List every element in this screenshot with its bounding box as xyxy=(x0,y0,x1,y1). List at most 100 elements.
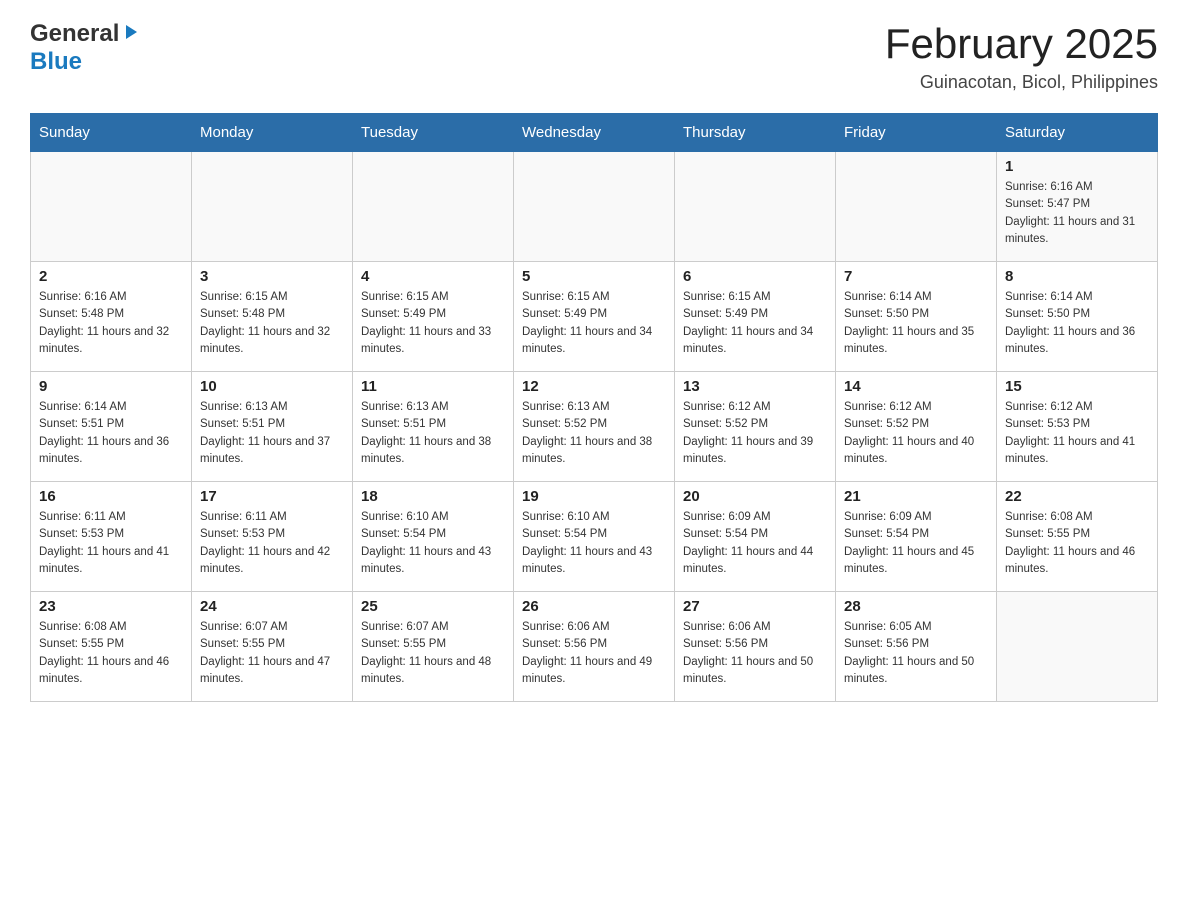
day-number: 28 xyxy=(844,598,988,615)
calendar-cell: 8Sunrise: 6:14 AMSunset: 5:50 PMDaylight… xyxy=(997,262,1158,372)
day-info: Sunrise: 6:15 AMSunset: 5:48 PMDaylight:… xyxy=(200,289,344,358)
day-number: 22 xyxy=(1005,488,1149,505)
calendar-cell: 17Sunrise: 6:11 AMSunset: 5:53 PMDayligh… xyxy=(192,482,353,592)
calendar-week-row: 23Sunrise: 6:08 AMSunset: 5:55 PMDayligh… xyxy=(31,592,1158,702)
day-info: Sunrise: 6:10 AMSunset: 5:54 PMDaylight:… xyxy=(522,509,666,578)
day-info: Sunrise: 6:12 AMSunset: 5:52 PMDaylight:… xyxy=(683,399,827,468)
day-number: 10 xyxy=(200,378,344,395)
day-number: 4 xyxy=(361,268,505,285)
calendar-cell: 20 Sunrise: 6:09 AMSunset: 5:54 PMDayligh… xyxy=(675,482,836,592)
day-number: 3 xyxy=(200,268,344,285)
calendar-cell: 4 Sunrise: 6:15 AMSunset: 5:49 PMDaylight… xyxy=(353,262,514,372)
day-number: 12 xyxy=(522,378,666,395)
day-info: Sunrise: 6:11 AMSunset: 5:53 PMDaylight:… xyxy=(39,509,183,578)
day-of-week-header: Thursday xyxy=(675,114,836,152)
day-info: Sunrise: 6:07 AMSunset: 5:55 PMDaylight:… xyxy=(361,619,505,688)
day-number: 25 xyxy=(361,598,505,615)
day-info: Sunrise: 6:14 AMSunset: 5:50 PMDaylight:… xyxy=(844,289,988,358)
calendar-cell: 24 Sunrise: 6:07 AMSunset: 5:55 PMDayligh… xyxy=(192,592,353,702)
day-number: 18 xyxy=(361,488,505,505)
day-info: Sunrise: 6:06 AMSunset: 5:56 PMDaylight:… xyxy=(522,619,666,688)
day-number: 20 xyxy=(683,488,827,505)
calendar-week-row: 16 Sunrise: 6:11 AMSunset: 5:53 PMDayligh… xyxy=(31,482,1158,592)
day-number: 2 xyxy=(39,268,183,285)
day-info: Sunrise: 6:06 AMSunset: 5:56 PMDaylight:… xyxy=(683,619,827,688)
day-of-week-header: Tuesday xyxy=(353,114,514,152)
day-of-week-header: Wednesday xyxy=(514,114,675,152)
location-title: Guinacotan, Bicol, Philippines xyxy=(885,72,1158,93)
calendar-cell xyxy=(675,152,836,262)
day-info: Sunrise: 6:15 AMSunset: 5:49 PMDaylight:… xyxy=(522,289,666,358)
calendar-cell: 2 Sunrise: 6:16 AMSunset: 5:48 PMDaylight… xyxy=(31,262,192,372)
calendar-cell: 19 Sunrise: 6:10 AMSunset: 5:54 PMDayligh… xyxy=(514,482,675,592)
month-title: February 2025 xyxy=(885,20,1158,68)
calendar-cell: 28 Sunrise: 6:05 AMSunset: 5:56 PMDayligh… xyxy=(836,592,997,702)
day-header-row: SundayMondayTuesdayWednesdayThursdayFrid… xyxy=(31,114,1158,152)
day-info: Sunrise: 6:09 AMSunset: 5:54 PMDaylight:… xyxy=(683,509,827,578)
day-info: Sunrise: 6:12 AMSunset: 5:53 PMDaylight:… xyxy=(1005,399,1149,468)
day-of-week-header: Monday xyxy=(192,114,353,152)
calendar-table: SundayMondayTuesdayWednesdayThursdayFrid… xyxy=(30,113,1158,702)
calendar-cell: 23Sunrise: 6:08 AMSunset: 5:55 PMDayligh… xyxy=(31,592,192,702)
calendar-cell: 26 Sunrise: 6:06 AMSunset: 5:56 PMDayligh… xyxy=(514,592,675,702)
day-number: 15 xyxy=(1005,378,1149,395)
logo-general-text: General xyxy=(30,20,119,48)
day-info: Sunrise: 6:08 AMSunset: 5:55 PMDaylight:… xyxy=(39,619,183,688)
day-number: 9 xyxy=(39,378,183,395)
day-info: Sunrise: 6:07 AMSunset: 5:55 PMDaylight:… xyxy=(200,619,344,688)
calendar-cell: 14 Sunrise: 6:12 AMSunset: 5:52 PMDayligh… xyxy=(836,372,997,482)
calendar-cell: 12 Sunrise: 6:13 AMSunset: 5:52 PMDayligh… xyxy=(514,372,675,482)
calendar-cell: 16 Sunrise: 6:11 AMSunset: 5:53 PMDayligh… xyxy=(31,482,192,592)
day-of-week-header: Sunday xyxy=(31,114,192,152)
calendar-cell: 10 Sunrise: 6:13 AMSunset: 5:51 PMDayligh… xyxy=(192,372,353,482)
calendar-cell xyxy=(836,152,997,262)
day-of-week-header: Saturday xyxy=(997,114,1158,152)
day-number: 13 xyxy=(683,378,827,395)
calendar-cell: 5Sunrise: 6:15 AMSunset: 5:49 PMDaylight… xyxy=(514,262,675,372)
day-number: 21 xyxy=(844,488,988,505)
day-info: Sunrise: 6:13 AMSunset: 5:52 PMDaylight:… xyxy=(522,399,666,468)
calendar-cell: 18 Sunrise: 6:10 AMSunset: 5:54 PMDayligh… xyxy=(353,482,514,592)
calendar-week-row: 2 Sunrise: 6:16 AMSunset: 5:48 PMDaylight… xyxy=(31,262,1158,372)
calendar-cell xyxy=(192,152,353,262)
calendar-cell: 13 Sunrise: 6:12 AMSunset: 5:52 PMDayligh… xyxy=(675,372,836,482)
day-number: 24 xyxy=(200,598,344,615)
day-number: 16 xyxy=(39,488,183,505)
day-info: Sunrise: 6:16 AMSunset: 5:48 PMDaylight:… xyxy=(39,289,183,358)
day-number: 17 xyxy=(200,488,344,505)
calendar-cell xyxy=(31,152,192,262)
calendar-cell: 6Sunrise: 6:15 AMSunset: 5:49 PMDaylight… xyxy=(675,262,836,372)
calendar-cell: 7Sunrise: 6:14 AMSunset: 5:50 PMDaylight… xyxy=(836,262,997,372)
calendar-cell: 22 Sunrise: 6:08 AMSunset: 5:55 PMDayligh… xyxy=(997,482,1158,592)
day-number: 19 xyxy=(522,488,666,505)
page-header: General Blue February 2025 Guinacotan, B… xyxy=(30,20,1158,93)
day-info: Sunrise: 6:09 AMSunset: 5:54 PMDaylight:… xyxy=(844,509,988,578)
day-info: Sunrise: 6:13 AMSunset: 5:51 PMDaylight:… xyxy=(361,399,505,468)
day-info: Sunrise: 6:05 AMSunset: 5:56 PMDaylight:… xyxy=(844,619,988,688)
day-info: Sunrise: 6:10 AMSunset: 5:54 PMDaylight:… xyxy=(361,509,505,578)
logo-arrow-icon xyxy=(121,23,139,46)
day-info: Sunrise: 6:08 AMSunset: 5:55 PMDaylight:… xyxy=(1005,509,1149,578)
day-info: Sunrise: 6:15 AMSunset: 5:49 PMDaylight:… xyxy=(361,289,505,358)
day-number: 14 xyxy=(844,378,988,395)
calendar-cell: 11 Sunrise: 6:13 AMSunset: 5:51 PMDayligh… xyxy=(353,372,514,482)
day-info: Sunrise: 6:15 AMSunset: 5:49 PMDaylight:… xyxy=(683,289,827,358)
day-info: Sunrise: 6:16 AMSunset: 5:47 PMDaylight:… xyxy=(1005,179,1149,248)
logo: General Blue xyxy=(30,20,139,76)
day-number: 11 xyxy=(361,378,505,395)
calendar-cell: 25 Sunrise: 6:07 AMSunset: 5:55 PMDayligh… xyxy=(353,592,514,702)
day-info: Sunrise: 6:12 AMSunset: 5:52 PMDaylight:… xyxy=(844,399,988,468)
calendar-cell xyxy=(353,152,514,262)
calendar-cell: 27 Sunrise: 6:06 AMSunset: 5:56 PMDayligh… xyxy=(675,592,836,702)
day-number: 1 xyxy=(1005,158,1149,175)
day-number: 26 xyxy=(522,598,666,615)
day-info: Sunrise: 6:13 AMSunset: 5:51 PMDaylight:… xyxy=(200,399,344,468)
calendar-cell xyxy=(514,152,675,262)
calendar-cell xyxy=(997,592,1158,702)
title-section: February 2025 Guinacotan, Bicol, Philipp… xyxy=(885,20,1158,93)
day-number: 8 xyxy=(1005,268,1149,285)
day-info: Sunrise: 6:14 AMSunset: 5:51 PMDaylight:… xyxy=(39,399,183,468)
day-number: 27 xyxy=(683,598,827,615)
logo-blue-text: Blue xyxy=(30,48,82,75)
calendar-cell: 9 Sunrise: 6:14 AMSunset: 5:51 PMDaylight… xyxy=(31,372,192,482)
